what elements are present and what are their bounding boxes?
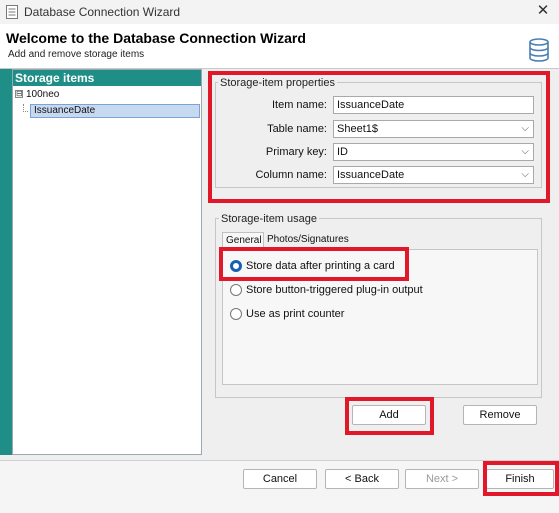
storage-items-tree[interactable]: Storage items ⊟ 100neo IssuanceDate — [12, 69, 202, 455]
tree-node-label: 100neo — [26, 89, 60, 100]
add-button[interactable]: Add — [352, 405, 426, 425]
radio-button-checked[interactable] — [230, 260, 242, 272]
primary-key-value: ID — [337, 146, 348, 158]
tree-node-label-selected[interactable]: IssuanceDate — [30, 104, 200, 118]
database-icon — [529, 38, 549, 62]
window-title: Database Connection Wizard — [24, 5, 181, 19]
tab-general[interactable]: General — [222, 232, 264, 250]
title-bar: Database Connection Wizard ✕ — [0, 0, 559, 24]
collapse-icon[interactable]: ⊟ — [15, 90, 23, 99]
usage-legend: Storage-item usage — [219, 213, 319, 225]
column-name-value: IssuanceDate — [337, 169, 405, 181]
side-accent-strip — [0, 69, 12, 455]
radio-label: Store data after printing a card — [246, 260, 395, 272]
cancel-button[interactable]: Cancel — [243, 469, 317, 489]
radio-label: Store button-triggered plug-in output — [246, 284, 423, 296]
chevron-down-icon[interactable]: ⌵ — [521, 121, 529, 137]
table-name-label: Table name: — [267, 123, 327, 135]
tree-node-100neo[interactable]: ⊟ 100neo — [15, 89, 59, 103]
page-title: Welcome to the Database Connection Wizar… — [6, 30, 306, 46]
remove-button[interactable]: Remove — [463, 405, 537, 425]
item-name-input[interactable]: IssuanceDate — [333, 96, 534, 114]
radio-label: Use as print counter — [246, 308, 345, 320]
document-app-icon — [6, 5, 18, 19]
primary-key-select[interactable]: ID ⌵ — [333, 143, 534, 161]
tree-header: Storage items — [13, 70, 201, 86]
primary-key-label: Primary key: — [265, 146, 327, 158]
next-button[interactable]: Next > — [405, 469, 479, 489]
chevron-down-icon[interactable]: ⌵ — [521, 144, 529, 160]
page-subtitle: Add and remove storage items — [8, 49, 145, 60]
finish-button[interactable]: Finish — [486, 469, 554, 489]
table-name-select[interactable]: Sheet1$ ⌵ — [333, 120, 534, 138]
item-name-label: Item name: — [271, 99, 327, 111]
item-name-value: IssuanceDate — [337, 99, 405, 111]
close-icon[interactable]: ✕ — [535, 3, 551, 19]
column-name-label: Column name: — [255, 169, 327, 181]
chevron-down-icon[interactable]: ⌵ — [521, 167, 529, 183]
tree-node-issuancedate[interactable]: IssuanceDate — [23, 104, 200, 118]
tab-photos-signatures[interactable]: Photos/Signatures — [264, 232, 359, 250]
wizard-header: Welcome to the Database Connection Wizar… — [0, 24, 559, 68]
radio-button[interactable] — [230, 308, 242, 320]
radio-button[interactable] — [230, 284, 242, 296]
table-name-value: Sheet1$ — [337, 123, 378, 135]
back-button[interactable]: < Back — [325, 469, 399, 489]
properties-legend: Storage-item properties — [218, 77, 337, 89]
column-name-select[interactable]: IssuanceDate ⌵ — [333, 166, 534, 184]
tree-connector — [23, 104, 28, 112]
